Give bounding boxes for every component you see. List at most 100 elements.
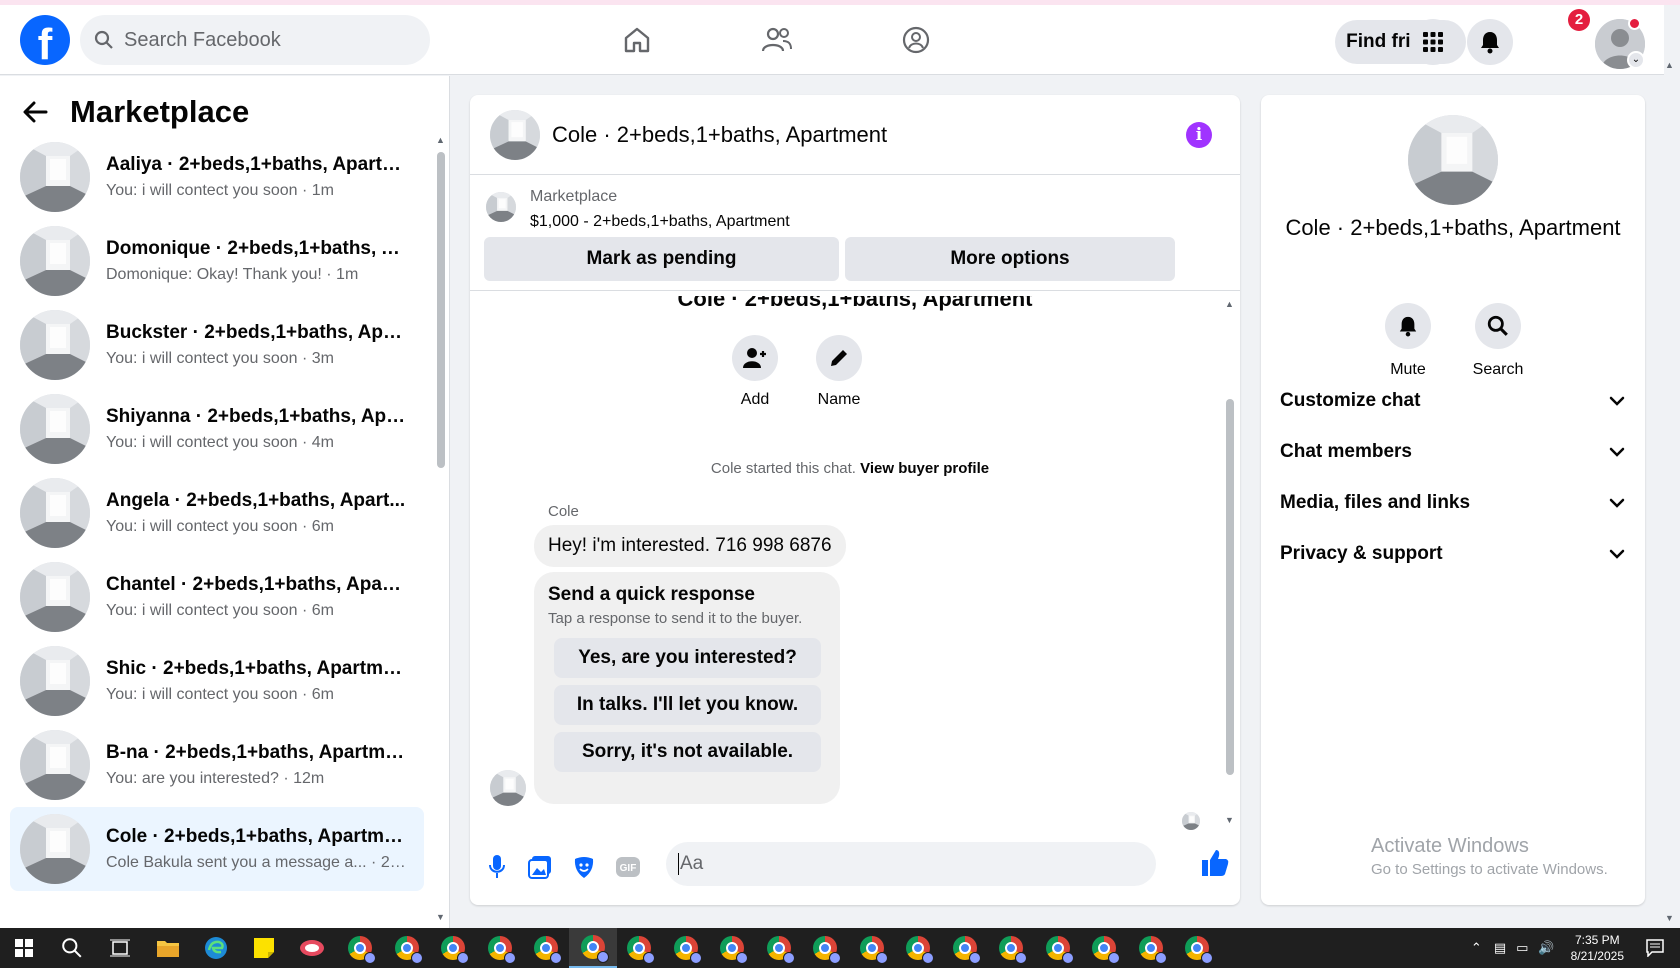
conversation-item[interactable]: Shic · 2+beds,1+baths, Apartment You: i w… (10, 639, 424, 723)
search-icon (94, 30, 113, 49)
facebook-logo[interactable]: f (20, 15, 70, 65)
taskbar-search-icon[interactable] (48, 928, 96, 968)
chrome-window-icon[interactable] (1127, 928, 1175, 968)
search-action[interactable]: Search (1463, 303, 1533, 379)
chrome-window-icon[interactable] (383, 928, 431, 968)
action-center-icon[interactable] (1646, 939, 1664, 957)
chrome-window-icon[interactable] (941, 928, 989, 968)
listing-price[interactable]: $1,000 - 2+beds,1+baths, Apartment (530, 213, 790, 231)
chat-window: Cole · 2+beds,1+baths, Apartment i Marke… (470, 95, 1240, 905)
view-buyer-profile-link[interactable]: View buyer profile (860, 460, 989, 477)
conversation-item[interactable]: Buckster · 2+beds,1+baths, Apar... You: i… (10, 303, 424, 387)
conversation-title: Cole · 2+beds,1+baths, Apartment (106, 826, 406, 847)
chat-scrollbar[interactable] (1226, 399, 1234, 775)
chrome-window-icon[interactable] (987, 928, 1035, 968)
groups-icon[interactable] (896, 20, 936, 60)
chrome-window-icon[interactable] (336, 928, 384, 968)
chrome-window-icon[interactable] (1034, 928, 1082, 968)
photo-icon[interactable] (525, 852, 555, 882)
conversation-item[interactable]: Domonique · 2+beds,1+baths, A... Domoniqu… (10, 219, 424, 303)
more-options-button[interactable]: More options (845, 237, 1175, 281)
edge-browser-icon[interactable] (192, 928, 240, 968)
conversation-preview: Domonique: Okay! Thank you! · 1m (106, 266, 359, 283)
details-section[interactable]: Privacy & support (1280, 532, 1625, 576)
details-section[interactable]: Chat members (1280, 430, 1625, 474)
search-input[interactable]: Search Facebook (124, 29, 281, 52)
chevron-down-icon[interactable]: ⌄ (1627, 51, 1645, 69)
network-icon[interactable]: ▤ (1494, 940, 1506, 956)
tray-chevron-up-icon[interactable]: ⌃ (1471, 940, 1482, 956)
windows-taskbar: ⌃ ▤ ▭ 🔊 7:35 PM 8/21/2025 (0, 928, 1680, 968)
friends-icon[interactable] (757, 20, 797, 60)
chrome-window-icon[interactable] (801, 928, 849, 968)
conversation-item[interactable]: Angela · 2+beds,1+baths, Apart... You: i … (10, 471, 424, 555)
sidebar-scrollbar[interactable] (437, 152, 445, 468)
chrome-window-icon[interactable] (568, 928, 617, 968)
chrome-window-icon[interactable] (1173, 928, 1221, 968)
menu-grid-icon[interactable] (1410, 19, 1456, 65)
gif-icon[interactable]: GIF (613, 852, 643, 882)
details-avatar[interactable] (1408, 115, 1498, 205)
conversation-item[interactable]: B-na · 2+beds,1+baths, Apartment You: are… (10, 723, 424, 807)
chrome-window-icon[interactable] (1080, 928, 1128, 968)
chrome-window-icon[interactable] (848, 928, 896, 968)
chrome-window-icon[interactable] (662, 928, 710, 968)
mute-action[interactable]: Mute (1373, 303, 1443, 379)
microphone-icon[interactable] (482, 852, 512, 882)
conversation-thumbnail (20, 142, 90, 212)
chrome-window-icon[interactable] (476, 928, 524, 968)
chrome-window-icon[interactable] (522, 928, 570, 968)
conversation-item[interactable]: Shiyanna · 2+beds,1+baths, Apar... You: i… (10, 387, 424, 471)
conversation-text: Shiyanna · 2+beds,1+baths, Apar... You: i… (106, 406, 406, 452)
sender-avatar[interactable] (490, 770, 526, 806)
info-icon[interactable]: i (1186, 122, 1212, 148)
chat-details-panel: Cole · 2+beds,1+baths, Apartment Mute Se… (1261, 95, 1645, 905)
quick-response-in-talks[interactable]: In talks. I'll let you know. (554, 685, 821, 725)
home-icon[interactable] (617, 20, 657, 60)
notifications-bell-icon[interactable] (1467, 19, 1513, 65)
conversation-item[interactable]: Cole · 2+beds,1+baths, Apartment Cole Bak… (10, 807, 424, 891)
message-input[interactable]: Aa (666, 842, 1156, 886)
back-arrow-icon[interactable] (22, 101, 48, 123)
listing-source: Marketplace (530, 188, 618, 205)
chrome-window-icon[interactable] (708, 928, 756, 968)
chrome-window-icon[interactable] (755, 928, 803, 968)
chat-header: Cole · 2+beds,1+baths, Apartment i (470, 95, 1240, 175)
chrome-window-icon[interactable] (615, 928, 663, 968)
volume-icon[interactable]: 🔊 (1538, 940, 1554, 956)
mark-pending-button[interactable]: Mark as pending (484, 237, 839, 281)
chrome-window-icon[interactable] (894, 928, 942, 968)
wifi-icon[interactable]: ▭ (1516, 940, 1528, 956)
thumbs-up-icon[interactable] (1200, 848, 1230, 878)
conversation-text: Chantel · 2+beds,1+baths, Apart... You: i… (106, 574, 406, 620)
chat-scroll-up-arrow[interactable]: ▲ (1225, 299, 1234, 309)
add-action[interactable]: Add (725, 335, 785, 409)
chevron-down-icon (1609, 447, 1625, 457)
window-scroll-down-arrow[interactable]: ▼ (1665, 913, 1674, 923)
conversation-item[interactable]: Aaliya · 2+beds,1+baths, Apartm... You: i… (10, 135, 424, 219)
chat-avatar[interactable] (490, 109, 540, 160)
quick-response-yes[interactable]: Yes, are you interested? (554, 638, 821, 678)
file-explorer-icon[interactable] (144, 928, 192, 968)
scroll-down-arrow[interactable]: ▼ (436, 912, 445, 922)
quick-response-not-available[interactable]: Sorry, it's not available. (554, 732, 821, 772)
message-bubble[interactable]: Hey! i'm interested. 716 998 6876 (534, 525, 846, 567)
search-box[interactable]: Search Facebook (80, 15, 430, 65)
sticky-notes-icon[interactable] (240, 928, 288, 968)
listing-thumbnail[interactable] (486, 192, 516, 222)
details-section[interactable]: Customize chat (1280, 379, 1625, 423)
details-section[interactable]: Media, files and links (1280, 481, 1625, 525)
chat-title[interactable]: Cole · 2+beds,1+baths, Apartment (552, 122, 887, 148)
chat-scroll-down-arrow[interactable]: ▼ (1225, 815, 1234, 825)
chrome-window-icon[interactable] (429, 928, 477, 968)
task-view-icon[interactable] (96, 928, 144, 968)
scroll-up-arrow[interactable]: ▲ (436, 135, 445, 145)
taskbar-clock[interactable]: 7:35 PM 8/21/2025 (1571, 932, 1624, 964)
windows-start-icon[interactable] (0, 928, 48, 968)
snipping-tool-icon[interactable] (288, 928, 336, 968)
window-scroll-up-arrow[interactable]: ▲ (1665, 60, 1674, 70)
conversation-title: Buckster · 2+beds,1+baths, Apar... (106, 322, 406, 343)
conversation-item[interactable]: Chantel · 2+beds,1+baths, Apart... You: i… (10, 555, 424, 639)
name-action[interactable]: Name (809, 335, 869, 409)
sticker-icon[interactable] (569, 852, 599, 882)
